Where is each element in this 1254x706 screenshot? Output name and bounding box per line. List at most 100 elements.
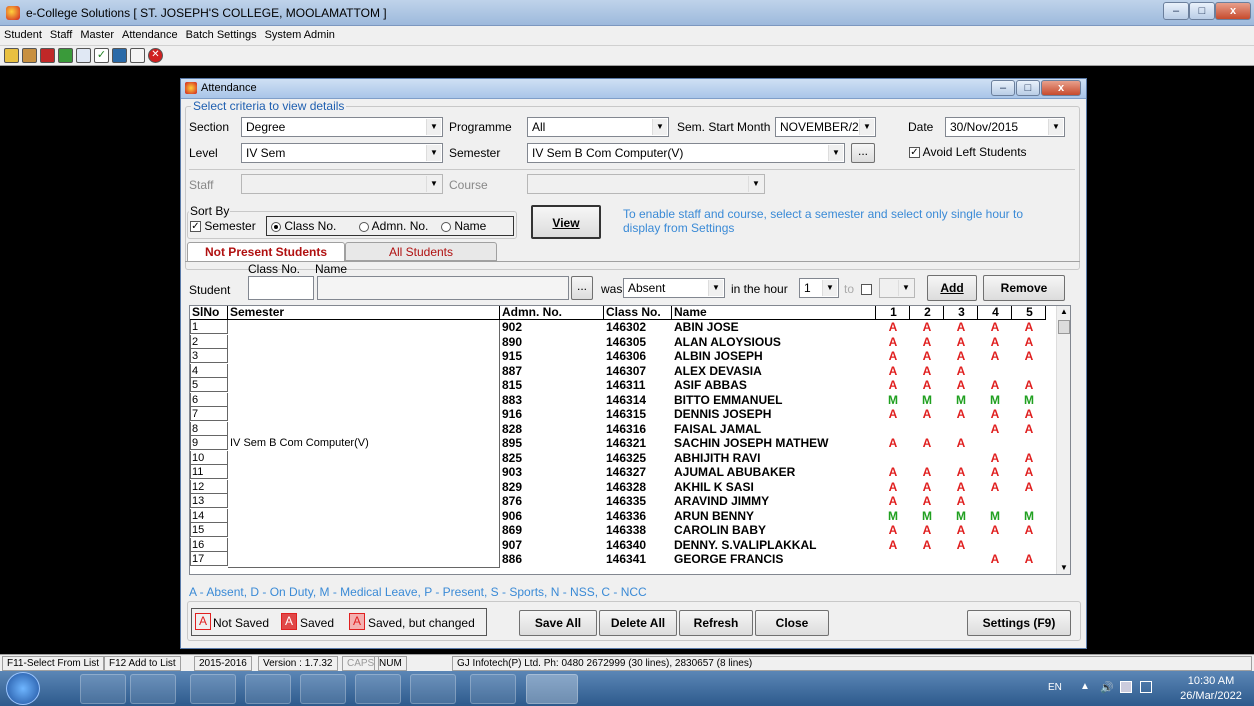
grid-scrollbar[interactable]: ▲ ▼ [1056, 306, 1070, 574]
row-admn[interactable]: 825 [502, 451, 602, 465]
row-classno[interactable]: 146311 [606, 378, 672, 392]
row-classno[interactable]: 146316 [606, 422, 672, 436]
row-hour-4[interactable]: A [978, 523, 1012, 537]
row-classno[interactable]: 146306 [606, 349, 672, 363]
table-row[interactable]: 7 916 146315 DENNIS JOSEPH A A A A A [190, 407, 1056, 422]
start-button[interactable] [6, 672, 40, 705]
row-admn[interactable]: 815 [502, 378, 602, 392]
table-row[interactable]: 12 829 146328 AKHIL K SASI A A A A A [190, 479, 1056, 495]
row-hour-3[interactable]: A [944, 320, 978, 334]
row-hour-4[interactable]: A [978, 349, 1012, 363]
close-button[interactable]: x [1215, 2, 1251, 20]
tab-all-students[interactable]: All Students [345, 242, 497, 261]
row-hour-1[interactable]: A [876, 320, 910, 334]
row-hour-1[interactable] [876, 451, 910, 465]
network-icon[interactable] [1140, 681, 1152, 693]
sort-name-radio[interactable]: Name [441, 219, 486, 233]
maximize-button[interactable]: □ [1189, 2, 1215, 20]
classno-input[interactable] [248, 276, 314, 300]
row-hour-1[interactable]: A [876, 349, 910, 363]
row-hour-4[interactable]: A [978, 407, 1012, 421]
check-icon[interactable]: ✓ [94, 48, 109, 63]
row-hour-4[interactable]: A [978, 378, 1012, 392]
row-hour-5[interactable]: M [1012, 509, 1046, 523]
row-hour-4[interactable]: A [978, 465, 1012, 479]
row-hour-5[interactable] [1012, 494, 1046, 508]
scroll-thumb[interactable] [1058, 320, 1070, 334]
row-hour-5[interactable]: A [1012, 451, 1046, 465]
row-slno[interactable]: 16 [190, 537, 228, 552]
name-input[interactable] [317, 276, 569, 300]
table-row[interactable]: 9 895 146321 SACHIN JOSEPH MATHEW A A A [190, 436, 1056, 451]
row-hour-2[interactable]: A [910, 494, 944, 508]
row-hour-2[interactable]: M [910, 393, 944, 407]
row-hour-5[interactable]: A [1012, 320, 1046, 334]
table-row[interactable]: 16 907 146340 DENNY. S.VALIPLAKKAL A A A [190, 537, 1056, 553]
row-slno[interactable]: 15 [190, 523, 228, 537]
row-hour-4[interactable] [978, 538, 1012, 552]
row-hour-3[interactable] [944, 552, 978, 566]
row-slno[interactable]: 17 [190, 552, 228, 566]
clock-time[interactable]: 10:30 AM [1176, 675, 1246, 687]
row-slno[interactable]: 3 [190, 349, 228, 363]
row-classno[interactable]: 146327 [606, 465, 672, 479]
row-admn[interactable]: 869 [502, 523, 602, 537]
language-indicator[interactable]: EN [1048, 682, 1062, 693]
header-hour-2[interactable]: 2 [910, 306, 944, 320]
dialog-minimize-button[interactable]: – [991, 80, 1015, 96]
row-name[interactable]: FAISAL JAMAL [674, 422, 876, 436]
row-hour-1[interactable]: A [876, 378, 910, 392]
row-name[interactable]: GEORGE FRANCIS [674, 552, 876, 566]
add-button[interactable]: Add [927, 275, 977, 301]
delete-all-button[interactable]: Delete All [599, 610, 677, 636]
row-hour-4[interactable] [978, 494, 1012, 508]
row-hour-5[interactable]: A [1012, 552, 1046, 566]
row-hour-4[interactable]: M [978, 509, 1012, 523]
row-hour-2[interactable]: A [910, 436, 944, 450]
row-name[interactable]: ABIN JOSE [674, 320, 876, 334]
row-admn[interactable]: 883 [502, 393, 602, 407]
tray-expand-icon[interactable]: ▲ [1080, 681, 1090, 692]
row-slno[interactable]: 13 [190, 494, 228, 508]
row-admn[interactable]: 890 [502, 335, 602, 349]
row-name[interactable]: CAROLIN BABY [674, 523, 876, 537]
row-name[interactable]: ARUN BENNY [674, 509, 876, 523]
row-hour-3[interactable]: A [944, 436, 978, 450]
row-slno[interactable]: 6 [190, 392, 228, 407]
row-slno[interactable]: 4 [190, 363, 228, 378]
folder-icon[interactable] [190, 674, 236, 704]
hour-from-select[interactable]: 1 ▼ [799, 278, 839, 298]
status-select[interactable]: Absent ▼ [623, 278, 725, 298]
row-classno[interactable]: 146325 [606, 451, 672, 465]
chrome-icon[interactable] [130, 674, 176, 704]
row-admn[interactable]: 886 [502, 552, 602, 566]
row-admn[interactable]: 887 [502, 364, 602, 378]
row-hour-1[interactable]: A [876, 335, 910, 349]
row-name[interactable]: AJUMAL ABUBAKER [674, 465, 876, 479]
publisher-icon[interactable] [300, 674, 346, 704]
row-hour-2[interactable] [910, 552, 944, 566]
header-hour-3[interactable]: 3 [944, 306, 978, 320]
minimize-button[interactable]: – [1163, 2, 1189, 20]
row-hour-4[interactable]: A [978, 422, 1012, 436]
calculator-icon[interactable] [112, 48, 127, 63]
table-row[interactable]: 13 876 146335 ARAVIND JIMMY A A A [190, 494, 1056, 509]
table-row[interactable]: 2 890 146305 ALAN ALOYSIOUS A A A A A [190, 334, 1056, 350]
row-hour-1[interactable]: A [876, 407, 910, 421]
row-name[interactable]: ALBIN JOSEPH [674, 349, 876, 363]
row-admn[interactable]: 916 [502, 407, 602, 421]
sort-classno-radio[interactable]: Class No. [271, 219, 336, 233]
row-hour-4[interactable]: A [978, 320, 1012, 334]
row-name[interactable]: ARAVIND JIMMY [674, 494, 876, 508]
row-classno[interactable]: 146315 [606, 407, 672, 421]
row-hour-5[interactable] [1012, 538, 1046, 552]
row-admn[interactable]: 876 [502, 494, 602, 508]
row-hour-3[interactable]: A [944, 480, 978, 494]
hour-to-select[interactable]: ▼ [879, 278, 915, 298]
row-admn[interactable]: 915 [502, 349, 602, 363]
row-admn[interactable]: 895 [502, 436, 602, 450]
user-icon[interactable] [130, 48, 145, 63]
row-hour-3[interactable]: A [944, 494, 978, 508]
header-hour-4[interactable]: 4 [978, 306, 1012, 320]
row-admn[interactable]: 828 [502, 422, 602, 436]
